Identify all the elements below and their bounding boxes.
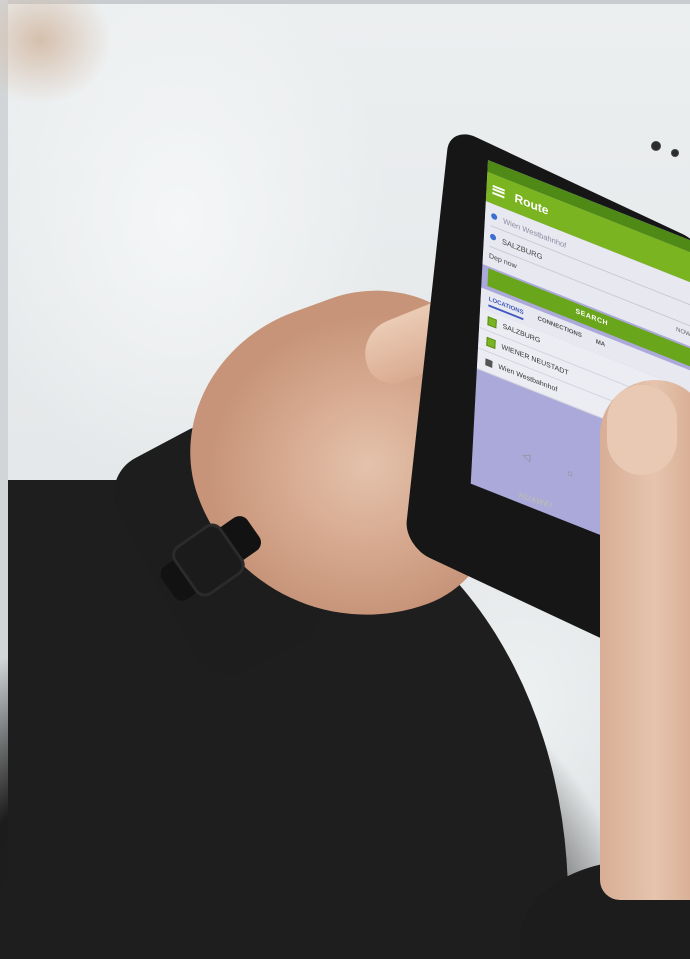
home-icon[interactable]: ○ xyxy=(567,468,574,481)
departure-value: now xyxy=(503,257,517,270)
origin-marker-icon xyxy=(491,212,498,221)
back-icon[interactable]: ◁ xyxy=(522,450,530,464)
building-icon xyxy=(485,357,493,368)
blurred-head xyxy=(0,0,140,120)
hamburger-menu-icon[interactable] xyxy=(492,184,505,199)
station-icon xyxy=(486,336,496,349)
front-camera-icon xyxy=(652,142,660,150)
right-index-finger xyxy=(607,385,677,475)
sensor-icon xyxy=(672,150,678,156)
station-icon xyxy=(487,315,497,329)
destination-marker-icon xyxy=(489,232,497,242)
now-button[interactable]: NOW xyxy=(676,327,690,339)
tab-map[interactable]: MA xyxy=(595,339,606,353)
departure-label: Dep xyxy=(488,252,503,265)
